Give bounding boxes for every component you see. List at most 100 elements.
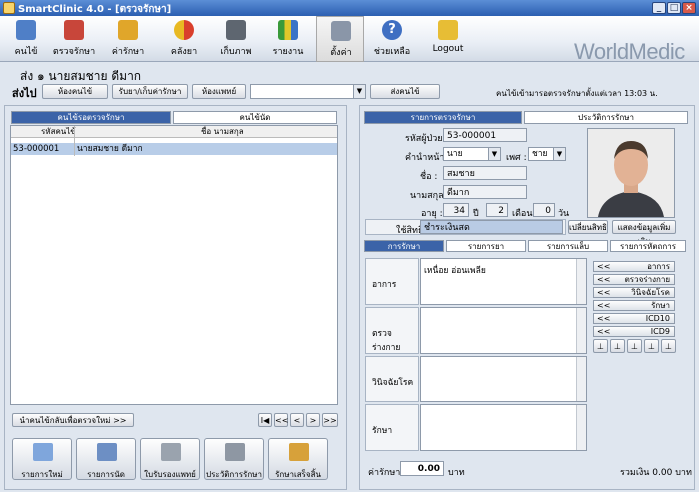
tab-treatment[interactable]: การรักษา <box>364 240 444 252</box>
symptoms-textarea[interactable]: เหนื่อย อ่อนเพลีย <box>420 258 587 305</box>
pill-icon <box>174 20 194 40</box>
scrollbar[interactable] <box>576 405 586 450</box>
pager-next-button[interactable]: > <box>306 413 320 427</box>
fee-field[interactable]: 0.00 <box>400 461 444 476</box>
printer-check-icon <box>225 443 245 461</box>
pager-first-button[interactable]: I◀ <box>258 413 272 427</box>
toolbar-patients-button[interactable]: คนไข้ <box>2 16 50 62</box>
treatment-textarea[interactable] <box>420 404 587 451</box>
examine-icon <box>64 20 84 40</box>
money-icon <box>118 20 138 40</box>
age-months-field[interactable]: 2 <box>486 203 508 217</box>
table-row[interactable]: 53-000001 นายสมชาย ดีมาก <box>11 143 337 155</box>
insert-treatment-button[interactable]: << รักษา <box>593 300 675 311</box>
scrollbar[interactable] <box>576 308 586 353</box>
scrollbar[interactable] <box>576 259 586 304</box>
bar-chart-icon <box>278 20 298 40</box>
tab-lab-list[interactable]: รายการแล็บ <box>528 240 608 252</box>
insert-symptoms-button[interactable]: << อาการ <box>593 261 675 272</box>
prefix-select[interactable]: นาย ▼ <box>443 147 501 161</box>
insert-icd10-button[interactable]: << ICD10 <box>593 313 675 324</box>
patient-room-button[interactable]: ห้องคนไข้ <box>42 84 108 99</box>
printer-icon <box>161 443 181 461</box>
toolbar-help-button[interactable]: ? ช่วยเหลือ <box>368 16 416 62</box>
scrollbar[interactable] <box>576 357 586 401</box>
patient-id-field[interactable]: 53-000001 <box>443 128 527 142</box>
pager-rewind-button[interactable]: << <box>274 413 288 427</box>
chevron-down-icon[interactable]: ▼ <box>488 148 500 160</box>
finish-treatment-button[interactable]: รักษาเสร็จสิ้น <box>268 438 328 480</box>
send-patient-button[interactable]: ส่งคนไข้ <box>370 84 440 99</box>
send-destination-select[interactable]: ▼ <box>250 84 366 99</box>
tab-history[interactable]: ประวัติการรักษา <box>524 111 688 124</box>
first-name-field[interactable]: สมชาย <box>443 166 527 180</box>
pager-last-button[interactable]: >> <box>322 413 338 427</box>
column-divider <box>74 126 75 156</box>
minimize-icon[interactable]: _ <box>652 2 666 14</box>
calendar-icon <box>97 443 117 461</box>
years-unit: ปี <box>473 209 479 219</box>
patient-photo[interactable] <box>587 128 675 218</box>
change-right-button[interactable]: เปลี่ยนสิทธิ <box>568 220 608 234</box>
stamp-icon[interactable]: ⊥ <box>661 339 676 353</box>
send-to-label: ส่งไป <box>12 87 37 100</box>
stamp-icon[interactable]: ⊥ <box>627 339 642 353</box>
insert-diagnosis-button[interactable]: << วินิจฉัยโรค <box>593 287 675 298</box>
tools-icon <box>331 21 351 41</box>
toolbar-settings-button[interactable]: ตั้งค่า <box>316 16 364 62</box>
app-icon <box>3 2 15 14</box>
tab-examination[interactable]: รายการตรวจรักษา <box>364 111 522 124</box>
bring-back-button[interactable]: นำคนไข้กลับเพื่อตรวจใหม่ >> <box>12 413 134 427</box>
toolbar-images-button[interactable]: เก็บภาพ <box>212 16 260 62</box>
more-info-button[interactable]: แสดงข้อมูลเพิ่มเติม <box>612 220 676 246</box>
physical-exam-label: ตรวจร่างกาย <box>365 307 419 354</box>
payment-right-field[interactable]: ชำระเงินสด <box>420 220 563 234</box>
main-toolbar: คนไข้ ตรวจรักษา ค่ารักษา คลังยา เก็บภาพ … <box>0 16 699 64</box>
pager-prev-button[interactable]: < <box>290 413 304 427</box>
new-visit-button[interactable]: รายการใหม่ <box>12 438 72 480</box>
fee-unit: บาท <box>448 468 465 478</box>
toolbar-logout-button[interactable]: Logout <box>424 16 472 62</box>
physical-exam-textarea[interactable] <box>420 307 587 354</box>
sex-select[interactable]: ชาย ▼ <box>528 147 566 161</box>
patients-icon <box>16 20 36 40</box>
chevron-down-icon[interactable]: ▼ <box>353 85 365 98</box>
tab-drug-list[interactable]: รายการยา <box>446 240 526 252</box>
close-icon[interactable]: × <box>682 2 696 14</box>
stamp-icon[interactable]: ⊥ <box>644 339 659 353</box>
stamp-icon[interactable]: ⊥ <box>593 339 608 353</box>
insert-physical-exam-button[interactable]: << ตรวจร่างกาย <box>593 274 675 285</box>
medical-certificate-button[interactable]: ใบรับรองแพทย์ <box>140 438 200 480</box>
last-name-field[interactable]: ดีมาก <box>443 185 527 199</box>
insert-icd9-button[interactable]: << ICD9 <box>593 326 675 337</box>
symptoms-label: อาการ <box>365 258 419 305</box>
stamp-icon[interactable]: ⊥ <box>610 339 625 353</box>
camera-icon <box>226 20 246 40</box>
appointment-list-button[interactable]: รายการนัด <box>76 438 136 480</box>
window-title: SmartClinic 4.0 - [ตรวจรักษา] <box>18 4 172 15</box>
tab-appointments[interactable]: คนไข้นัด <box>173 111 337 124</box>
toolbar-examine-button[interactable]: ตรวจรักษา <box>50 16 98 62</box>
maximize-icon[interactable]: □ <box>667 2 681 14</box>
column-header-name: ชื่อ นามสกุล <box>201 127 244 136</box>
chevron-down-icon[interactable]: ▼ <box>553 148 565 160</box>
wait-time-text: คนไข้เข้ามารอตรวจรักษาตั้งแต่เวลา 13:03 … <box>496 89 658 98</box>
tab-waiting-patients[interactable]: คนไข้รอตรวจรักษา <box>11 111 171 124</box>
age-years-field[interactable]: 34 <box>443 203 469 217</box>
doctor-room-button[interactable]: ห้องแพทย์ <box>192 84 246 99</box>
treatment-history-button[interactable]: ประวัติการรักษา <box>204 438 264 480</box>
toolbar-reports-button[interactable]: รายงาน <box>264 16 312 62</box>
patient-id-label: รหัสผู้ป่วย : <box>405 134 449 144</box>
pharmacy-cashier-button[interactable]: รับยา/เก็บค่ารักษา <box>112 84 188 99</box>
cell-patient-id: 53-000001 <box>13 144 60 154</box>
toolbar-fees-button[interactable]: ค่ารักษา <box>104 16 152 62</box>
months-unit: เดือน <box>512 209 533 219</box>
diagnosis-textarea[interactable] <box>420 356 587 402</box>
toolbar-pharmacy-button[interactable]: คลังยา <box>160 16 208 62</box>
sex-label: เพศ : <box>506 153 527 163</box>
lock-icon <box>438 20 458 40</box>
tab-procedure-list[interactable]: รายการหัตถการ <box>610 240 686 252</box>
treatment-label: รักษา <box>365 404 419 451</box>
age-days-field[interactable]: 0 <box>533 203 555 217</box>
worldmedic-logo: WorldMedic <box>574 39 685 64</box>
